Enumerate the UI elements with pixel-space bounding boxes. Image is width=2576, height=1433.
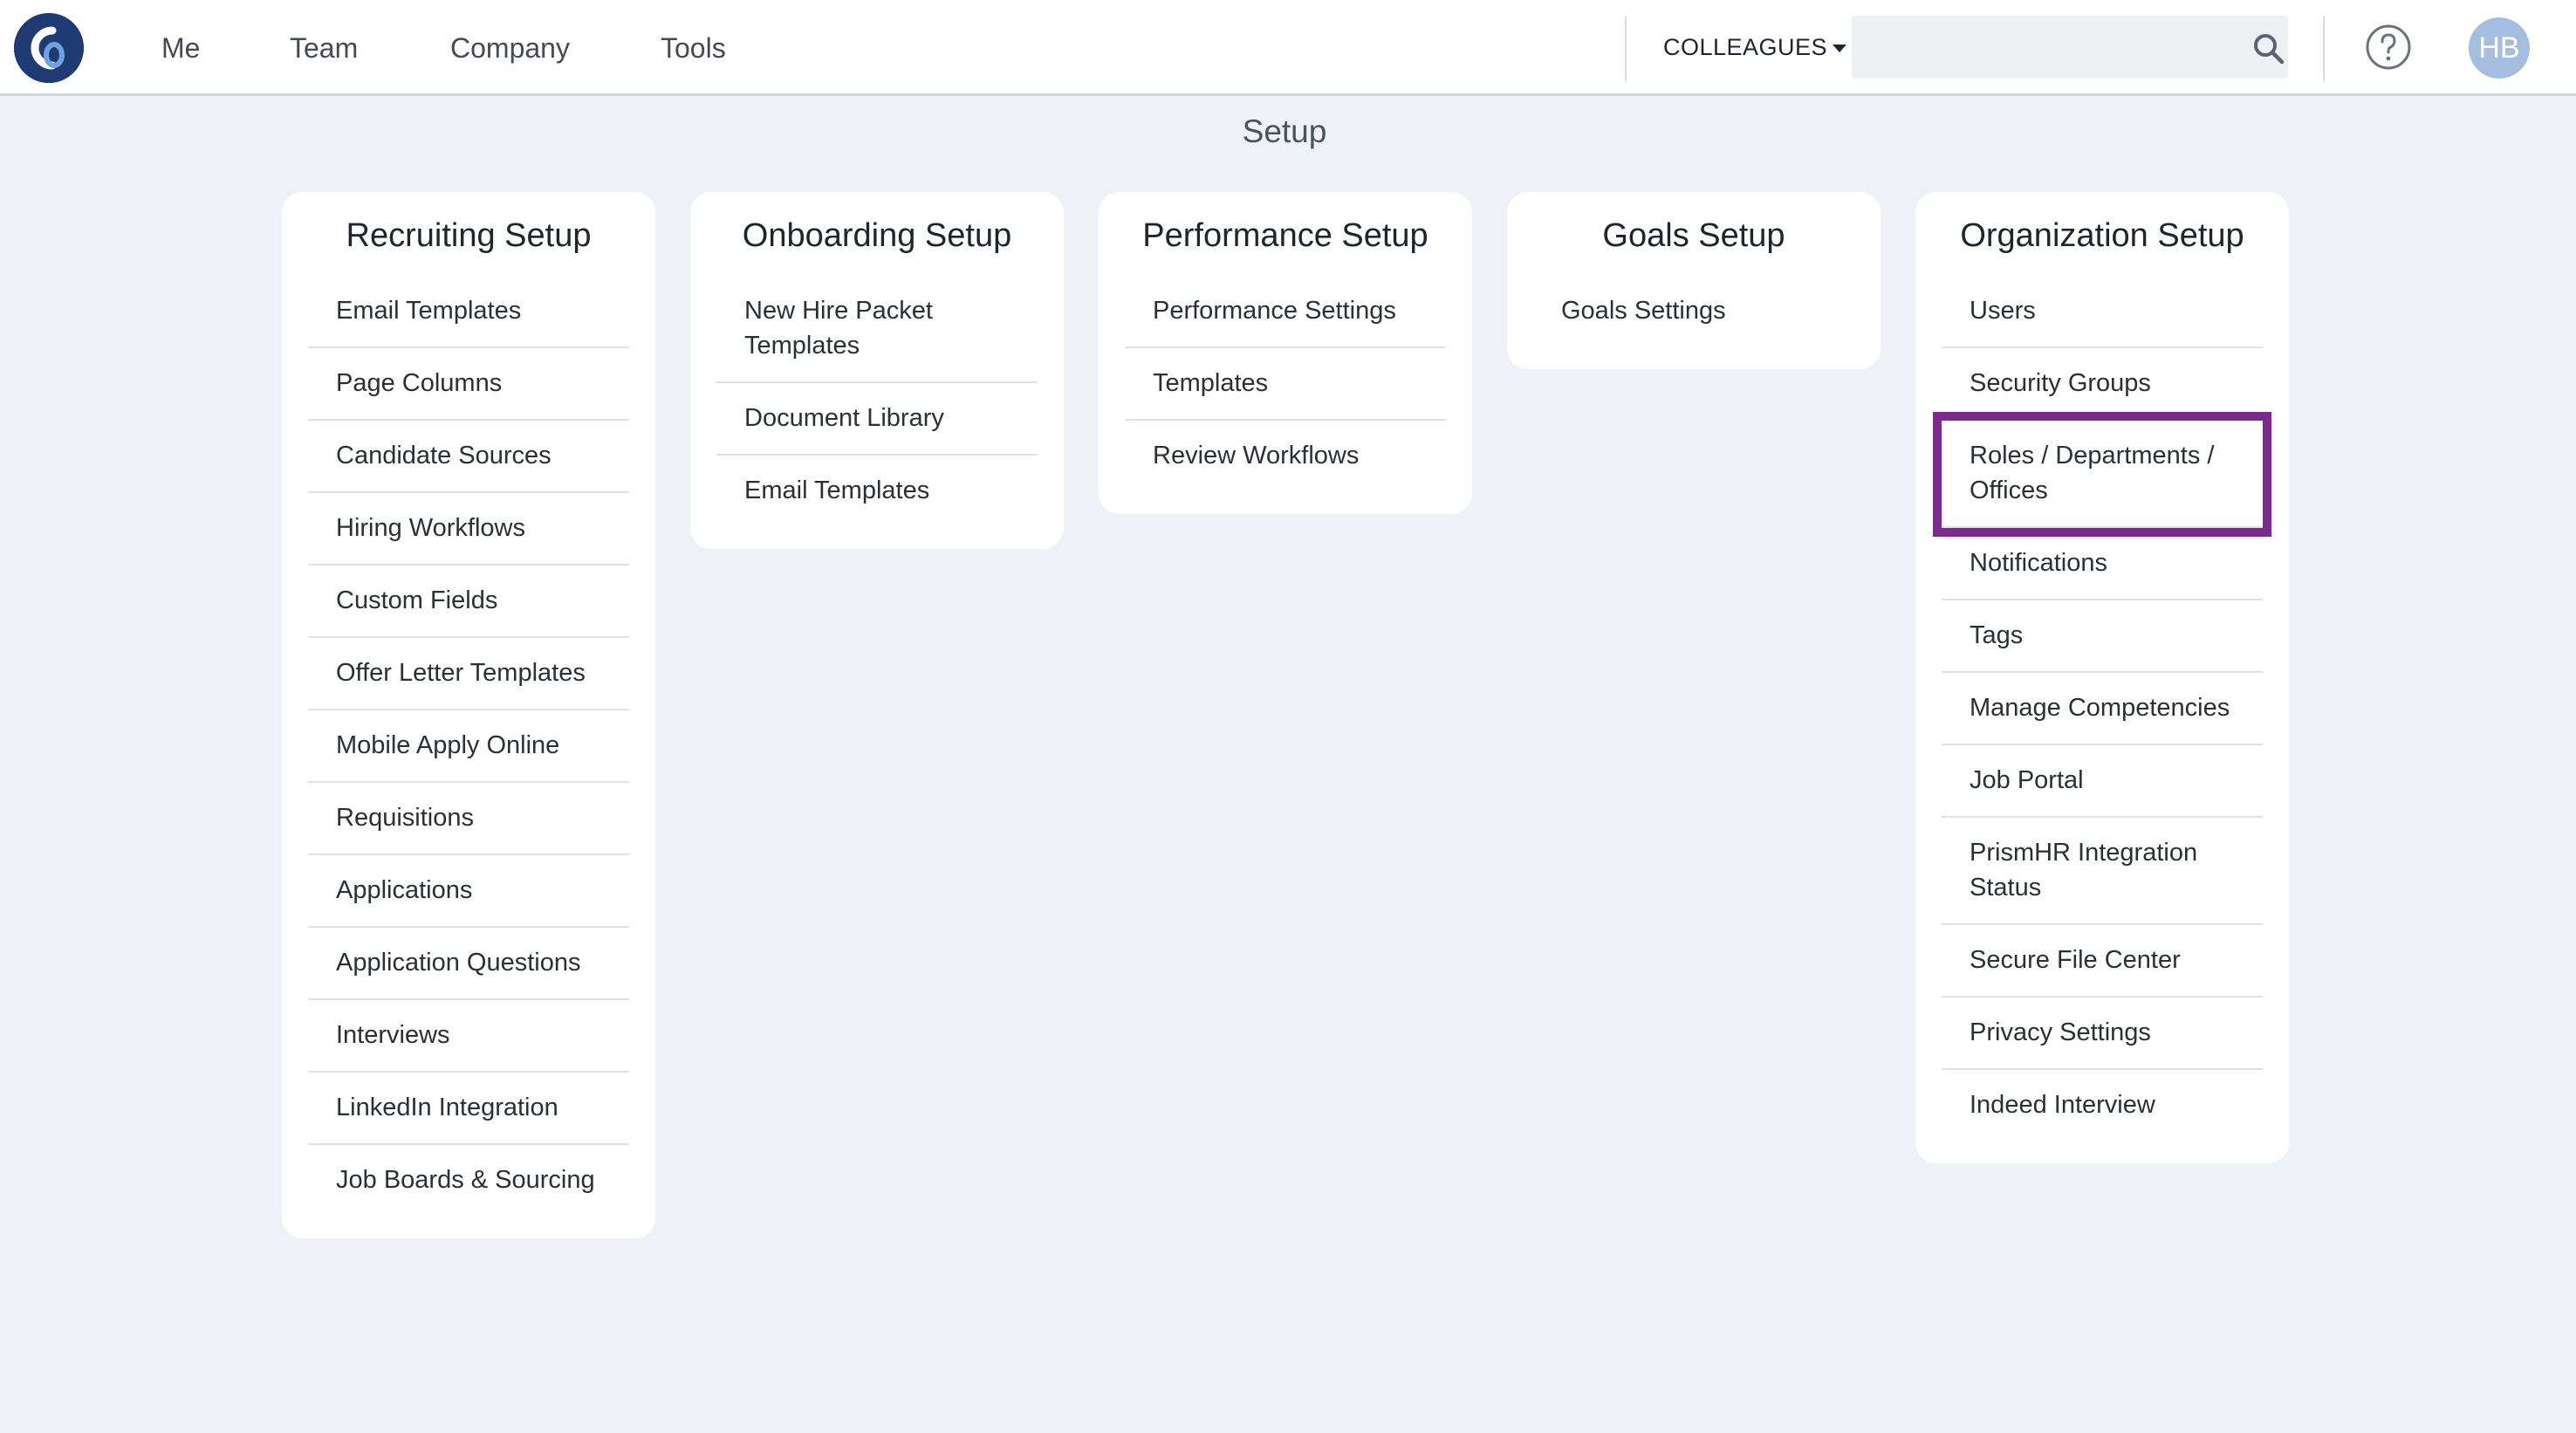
tags-link[interactable]: Tags (1942, 600, 2263, 673)
goals-setup-list: Goals Settings (1533, 276, 1854, 346)
help-icon[interactable] (2365, 24, 2412, 71)
avatar[interactable]: HB (2469, 17, 2530, 79)
applications-link[interactable]: Applications (308, 855, 629, 928)
users-link[interactable]: Users (1942, 276, 2263, 348)
goals-settings-link[interactable]: Goals Settings (1533, 276, 1854, 346)
search-box (1852, 16, 2288, 79)
performance-settings-link[interactable]: Performance Settings (1125, 276, 1446, 348)
security-groups-link[interactable]: Security Groups (1942, 348, 2263, 421)
nav-team[interactable]: Team (290, 23, 358, 73)
logo-icon[interactable] (14, 13, 84, 83)
recruiting-email-templates-link[interactable]: Email Templates (308, 276, 629, 348)
new-hire-packet-templates-link[interactable]: New Hire Packet Templates (716, 276, 1038, 383)
card-title: Recruiting Setup (346, 217, 592, 254)
onboarding-setup-card: Onboarding Setup New Hire Packet Templat… (690, 192, 1064, 549)
search-icon[interactable] (2251, 31, 2286, 66)
recruiting-setup-list: Email Templates Page Columns Candidate S… (308, 276, 629, 1216)
privacy-settings-link[interactable]: Privacy Settings (1942, 998, 2263, 1070)
divider (2323, 16, 2325, 82)
candidate-sources-link[interactable]: Candidate Sources (308, 421, 629, 493)
application-questions-link[interactable]: Application Questions (308, 928, 629, 1000)
page-title: Setup (1242, 113, 1327, 149)
organization-setup-list: Users Security Groups Roles / Department… (1933, 276, 2271, 1141)
nav-me[interactable]: Me (161, 23, 200, 73)
top-navigation-bar: Me Team Company Tools COLLEAGUES HB (0, 0, 2576, 96)
job-portal-link[interactable]: Job Portal (1942, 745, 2263, 818)
mobile-apply-online-link[interactable]: Mobile Apply Online (308, 710, 629, 783)
nav-tools[interactable]: Tools (661, 23, 726, 73)
secure-file-center-link[interactable]: Secure File Center (1942, 925, 2263, 998)
performance-setup-card: Performance Setup Performance Settings T… (1099, 192, 1472, 514)
prismhr-integration-status-link[interactable]: PrismHR Integration Status (1942, 818, 2263, 925)
chevron-down-icon (1833, 45, 1847, 53)
notifications-link[interactable]: Notifications (1942, 528, 2263, 600)
performance-setup-list: Performance Settings Templates Review Wo… (1125, 276, 1446, 491)
hiring-workflows-link[interactable]: Hiring Workflows (308, 493, 629, 566)
interviews-link[interactable]: Interviews (308, 1000, 629, 1073)
card-title: Performance Setup (1142, 217, 1428, 254)
card-title: Organization Setup (1960, 217, 2244, 254)
job-boards-sourcing-link[interactable]: Job Boards & Sourcing (308, 1145, 629, 1216)
templates-link[interactable]: Templates (1125, 348, 1446, 421)
roles-departments-offices-link[interactable]: Roles / Departments / Offices (1933, 412, 2271, 537)
card-title: Onboarding Setup (742, 217, 1012, 254)
onboarding-email-templates-link[interactable]: Email Templates (716, 456, 1038, 526)
nav-company[interactable]: Company (450, 23, 570, 73)
document-library-link[interactable]: Document Library (716, 383, 1038, 456)
offer-letter-templates-link[interactable]: Offer Letter Templates (308, 638, 629, 710)
organization-setup-card: Organization Setup Users Security Groups… (1915, 192, 2289, 1163)
goals-setup-card: Goals Setup Goals Settings (1507, 192, 1881, 369)
card-title: Goals Setup (1602, 217, 1785, 254)
colleagues-label: COLLEAGUES (1663, 34, 1828, 60)
linkedin-integration-link[interactable]: LinkedIn Integration (308, 1073, 629, 1145)
manage-competencies-link[interactable]: Manage Competencies (1942, 673, 2263, 745)
page-columns-link[interactable]: Page Columns (308, 348, 629, 421)
recruiting-setup-card: Recruiting Setup Email Templates Page Co… (282, 192, 655, 1238)
search-input[interactable] (1852, 16, 2236, 79)
onboarding-setup-list: New Hire Packet Templates Document Libra… (716, 276, 1038, 526)
review-workflows-link[interactable]: Review Workflows (1125, 421, 1446, 491)
indeed-interview-link[interactable]: Indeed Interview (1942, 1070, 2263, 1141)
divider (1625, 16, 1627, 82)
custom-fields-link[interactable]: Custom Fields (308, 566, 629, 638)
colleagues-dropdown[interactable]: COLLEAGUES (1663, 30, 1847, 65)
requisitions-link[interactable]: Requisitions (308, 783, 629, 855)
